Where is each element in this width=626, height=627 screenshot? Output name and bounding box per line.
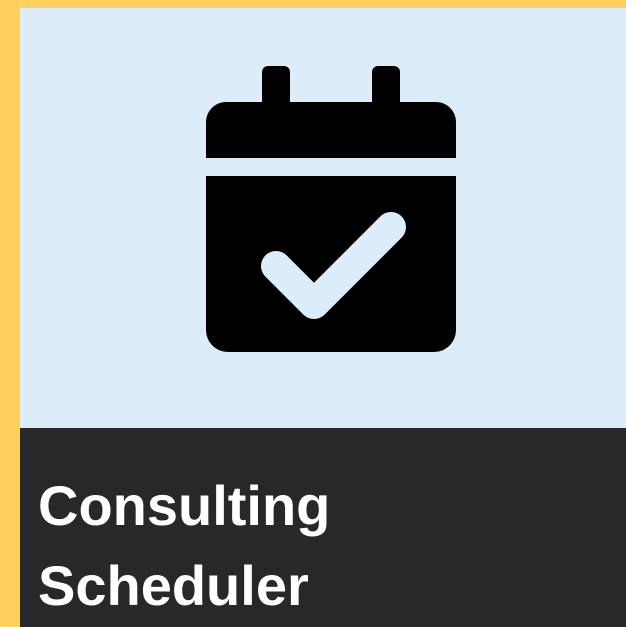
tile-icon-area [20,8,626,428]
calendar-check-icon [206,66,456,352]
consulting-scheduler-tile[interactable]: Consulting Scheduler [20,8,626,627]
tile-label: Consulting Scheduler [38,474,331,617]
tile-label-bar: Consulting Scheduler [20,428,626,627]
